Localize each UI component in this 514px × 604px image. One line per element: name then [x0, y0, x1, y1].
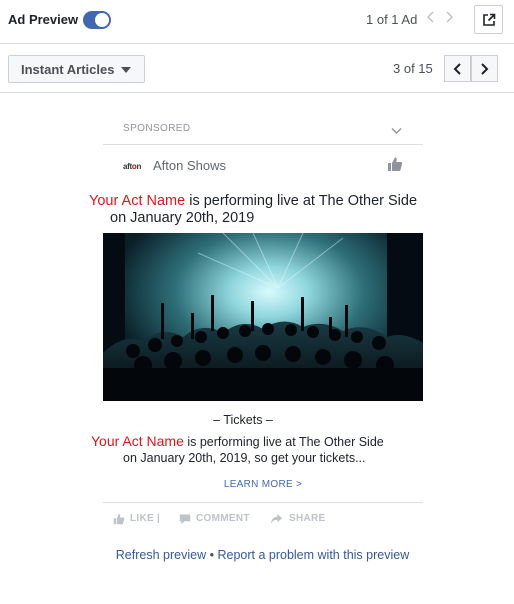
- concert-crowd-image[interactable]: [103, 233, 423, 401]
- act-name-highlight: Your Act Name: [89, 193, 186, 209]
- format-dropdown-label: Instant Articles: [21, 62, 115, 77]
- tickets-heading: – Tickets –: [213, 413, 273, 427]
- ad-count: 1 of 1 Ad: [366, 12, 418, 27]
- act-name-highlight: Your Act Name: [91, 433, 184, 449]
- thumbs-up-icon[interactable]: [387, 156, 403, 177]
- comment-button[interactable]: COMMENT: [179, 513, 250, 525]
- share-button[interactable]: SHARE: [270, 513, 326, 524]
- placement-position: 3 of 15: [393, 61, 433, 76]
- chevron-down-icon[interactable]: [391, 122, 402, 140]
- next-ad-chevron-icon[interactable]: [445, 10, 454, 26]
- learn-more-link[interactable]: LEARN MORE >: [103, 479, 423, 490]
- ad-preview-toggle[interactable]: [83, 11, 111, 29]
- headline: Your Act Name is performing live at The …: [89, 193, 418, 226]
- toggle-knob: [95, 13, 109, 27]
- comment-icon: [179, 514, 191, 525]
- divider: [103, 144, 423, 145]
- format-toolbar: Instant Articles 3 of 15: [0, 45, 514, 93]
- format-dropdown[interactable]: Instant Articles: [8, 55, 145, 83]
- divider: [103, 502, 423, 503]
- publisher-logo: afton: [123, 162, 142, 171]
- publisher-name[interactable]: Afton Shows: [153, 158, 226, 173]
- chevron-left-icon: [453, 63, 461, 75]
- open-external-button[interactable]: [474, 5, 503, 34]
- ad-preview-label: Ad Preview: [8, 12, 79, 27]
- share-icon: [270, 514, 283, 524]
- thumbs-up-icon: [113, 514, 125, 525]
- next-placement-button[interactable]: [471, 55, 498, 82]
- prev-placement-button[interactable]: [444, 55, 471, 82]
- caret-down-icon: [121, 67, 131, 73]
- report-problem-link[interactable]: Report a problem with this preview: [217, 548, 409, 562]
- action-bar: LIKE | COMMENT SHARE: [113, 513, 423, 527]
- footer-separator: •: [209, 548, 214, 562]
- sponsored-label: SPONSORED: [123, 123, 191, 134]
- body-text: Your Act Name is performing live at The …: [91, 433, 384, 465]
- preview-toolbar: Ad Preview 1 of 1 Ad: [0, 0, 514, 44]
- prev-ad-chevron-icon[interactable]: [426, 10, 435, 26]
- like-button[interactable]: LIKE |: [113, 513, 160, 525]
- external-link-icon: [483, 13, 496, 26]
- refresh-preview-link[interactable]: Refresh preview: [116, 548, 206, 562]
- preview-footer: Refresh preview • Report a problem with …: [0, 548, 514, 562]
- chevron-right-icon: [481, 63, 489, 75]
